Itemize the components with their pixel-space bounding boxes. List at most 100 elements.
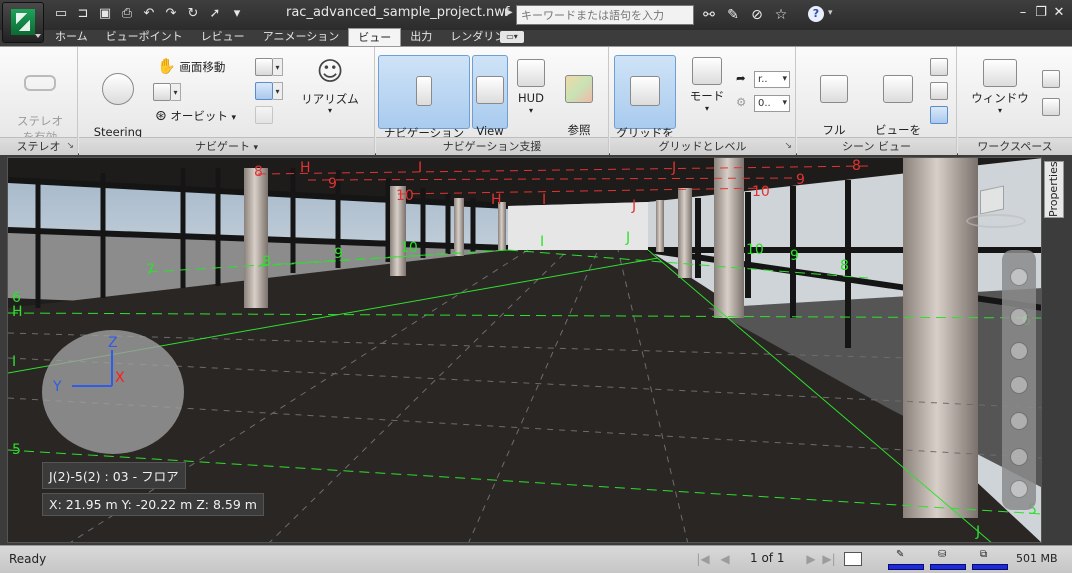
tab-home[interactable]: ホーム [46,28,97,46]
orbit-icon[interactable] [1010,376,1028,394]
tab-review[interactable]: レビュー [192,28,254,46]
next-page-icon[interactable]: ▶ [804,551,818,567]
pencil-progress-bar [888,564,924,570]
window-size-icon [930,81,948,100]
prev-page-icon[interactable]: ◀ [718,551,732,567]
pan-button[interactable]: ✋ 画面移動 [157,57,225,75]
enable-stereo-button[interactable]: ステレオ を有効 [10,59,70,145]
tab-output[interactable]: 出力 [401,28,441,46]
tab-viewpoint[interactable]: ビューポイント [97,28,192,46]
panel-label-navigation-aids: ナビゲーション支援 [376,137,608,155]
mode-button[interactable]: モード ▾ [682,57,732,114]
view-cube[interactable] [966,184,1026,228]
expand-arrow-icon[interactable]: ▶ [505,7,513,18]
zoom-icon[interactable] [1010,342,1028,360]
navigation-bar-button[interactable]: ナビゲーション バー [378,55,470,156]
windows-dropdown-icon[interactable]: ▾ [964,106,1036,116]
disabled-nav-icon [255,105,273,124]
minimize-icon[interactable]: – [1014,4,1032,22]
page-counter: 1 of 1 [750,551,785,565]
mode-dropdown-icon[interactable]: ▾ [682,104,732,114]
sheet-browser-icon[interactable] [844,552,862,566]
look-dropdown-icon[interactable]: ▾ [273,57,283,76]
axis-gizmo [72,350,113,387]
walk-icon[interactable] [1010,448,1028,466]
redo-icon[interactable]: ↷ [162,6,180,22]
split-view-icon [883,75,913,103]
panel-stereo: ステレオ を有効 ステレオ ↘ [0,47,78,155]
scene-view-3d[interactable]: 8 H 9 I 10 H I J J 10 9 8 7 8 9 10 I J 1… [7,157,1042,543]
application-menu-button[interactable] [2,2,44,43]
last-page-icon[interactable]: ▶| [822,551,836,567]
panel-label-grids-levels: グリッドとレベル ↘ [610,137,795,155]
print-icon[interactable]: ⎙ [118,6,136,22]
hud-button[interactable]: HUD ▾ [514,59,548,116]
help-dropdown-icon[interactable]: ▾ [828,8,833,18]
no-signal-icon[interactable]: ⊘ [748,6,766,24]
grid-label: 9 [790,248,799,264]
show-title-bars-button[interactable] [930,105,948,124]
pan-icon[interactable] [1010,308,1028,326]
grid-label: I [12,354,17,370]
help-icon[interactable]: ? [808,6,824,22]
grid-label: 8 [852,158,861,174]
refresh-icon[interactable]: ↻ [184,6,202,22]
restore-icon[interactable]: ❐ [1032,4,1050,22]
properties-side-tab[interactable]: Properties [1044,161,1064,218]
undo-icon[interactable]: ↶ [140,6,158,22]
hud-dropdown-icon[interactable]: ▾ [514,106,548,116]
search-input[interactable] [516,5,694,25]
windows-button[interactable]: ウィンドウ ▾ [964,59,1036,116]
tab-animation[interactable]: アニメーション [254,28,349,46]
zoom-icon [153,82,171,101]
window-size-button[interactable] [930,81,948,100]
save-icon[interactable]: ▣ [96,6,114,22]
scene-view-panel-title: シーン ビュー [842,140,911,153]
grid-label: 8 [840,258,849,274]
qat-dropdown-icon[interactable]: ▾ [228,6,246,22]
cube-icon [476,76,504,104]
realism-label: リアリズム [301,92,359,106]
view-cube-button[interactable]: View Cube [472,55,508,154]
panel-launcher-icon[interactable]: ↘ [784,138,792,155]
realism-dropdown-icon[interactable]: ▾ [297,107,363,115]
zoom-dropdown-icon[interactable]: ▾ [171,82,181,101]
save-workspace-button[interactable] [1042,97,1060,116]
walk-button[interactable]: ▾ [255,81,283,100]
first-page-icon[interactable]: |◀ [696,551,710,567]
grid-label: I [540,234,545,250]
navigate-more-button[interactable] [255,105,273,124]
compass-ring[interactable] [966,214,1026,228]
wrench-icon[interactable]: ✎ [724,6,742,24]
select-icon[interactable] [1010,480,1028,498]
open-icon[interactable]: ⊐ [74,6,92,22]
steering-wheel-icon[interactable] [1010,268,1028,286]
orbit-button[interactable]: ⊛ オービット ▾ [155,107,236,125]
realism-button[interactable]: ☺ リアリズム ▾ [297,57,363,115]
panel-expand-icon[interactable]: ▾ [253,143,258,153]
background-settings-button[interactable] [930,57,948,76]
close-icon[interactable]: ✕ [1050,4,1068,22]
show-grid-button[interactable]: グリッドを 表示 [614,55,676,156]
look-button[interactable]: ▾ [255,57,283,76]
grid-offset-combo[interactable]: 0.. [754,95,790,112]
select-icon[interactable]: ➚ [206,6,224,22]
panel-launcher-icon[interactable]: ↘ [66,138,74,155]
ribbon-minimize-toggle[interactable]: ▭▾ [500,31,524,43]
walk-dropdown-icon[interactable]: ▾ [273,81,283,100]
navigation-bar [1002,250,1036,510]
new-icon[interactable]: ▭ [52,6,70,22]
ribbon: ステレオ を有効 ステレオ ↘ Steering Wheels ✋ 画面移動 ▾… [0,46,1072,156]
tab-view[interactable]: ビュー [348,28,402,46]
orbit-dropdown-icon[interactable]: ▾ [232,113,237,123]
grid-label: 10 [396,188,414,204]
grid-level-combo[interactable]: r.. [754,71,790,88]
load-workspace-button[interactable] [1042,69,1060,88]
look-icon[interactable] [1010,412,1028,430]
panel-label-navigate: ナビゲート ▾ [79,137,374,155]
zoom-button[interactable]: ▾ [153,82,181,101]
cube-icon[interactable] [980,185,1004,215]
star-icon[interactable]: ☆ [772,6,790,24]
grid-label: 8 [262,254,271,270]
binoculars-icon[interactable]: ⚯ [700,6,718,24]
